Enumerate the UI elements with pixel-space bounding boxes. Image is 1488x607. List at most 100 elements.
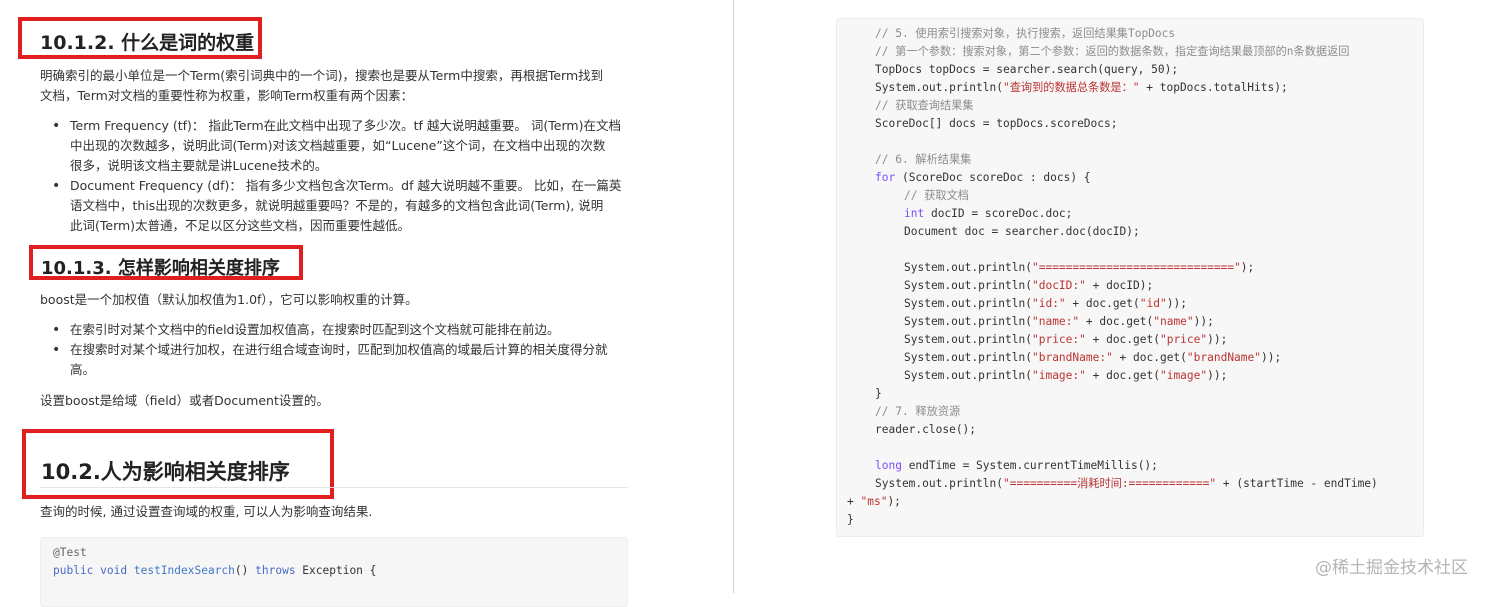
paragraph-boost: boost是一个加权值（默认加权值为1.0f），它可以影响权重的计算。 [40,292,418,307]
code-keyword: public [53,564,94,577]
list-item-search-boost: 在搜索时对某个域进行加权，在进行组合域查询时，匹配到加权值高的域最后计算的相关度… [52,340,608,380]
paragraph-query-weight: 查询的时候, 通过设置查询域的权重, 可以人为影响查询结果. [40,504,373,519]
code-keyword: long [875,459,902,472]
list-item-text: 在搜索时对某个域进行加权，在进行组合域查询时，匹配到加权值高的域最后计算的相关度… [70,342,608,357]
code-text: + [847,495,861,508]
code-line: System.out.println("brandName:" + doc.ge… [904,349,1281,367]
code-line: reader.close(); [875,423,977,436]
code-text: System.out.println( [904,315,1032,328]
code-text: + docID); [1085,279,1154,292]
code-text: )); [1193,315,1214,328]
code-line: TopDocs topDocs = searcher.search(query,… [875,63,1179,76]
code-line: System.out.println("image:" + doc.get("i… [904,367,1227,385]
code-line: } [847,513,854,526]
code-line: long endTime = System.currentTimeMillis(… [875,457,1158,475]
code-text: + (startTime - endTime) [1216,477,1378,490]
code-string: "ms" [860,495,888,508]
code-line: System.out.println("docID:" + docID); [904,277,1153,295]
code-comment: // 获取查询结果集 [875,99,974,112]
right-page: // 5. 使用索引搜索对象，执行搜索，返回结果集TopDocs // 第一个参… [734,0,1488,593]
code-line: ScoreDoc[] docs = topDocs.scoreDocs; [875,117,1118,130]
code-text: + doc.get( [1112,351,1187,364]
code-method-name: testIndexSearch [133,564,235,577]
code-comment: // 第一个参数：搜索对象，第二个参数：返回的数据条数，指定查询结果最顶部的n条… [875,45,1350,58]
list-item-text: 语文档中，this出现的次数更多，就说明越重要吗？不是的，有越多的文档包含此词(… [70,198,604,213]
code-text: )); [1207,333,1228,346]
code-text: + doc.get( [1079,315,1154,328]
code-text: + topDocs.totalHits); [1139,81,1288,94]
code-string: "=============================" [1031,261,1241,274]
code-line: + "ms"); [847,493,901,511]
code-comment: // 6. 解析结果集 [875,153,972,166]
code-string: "brandName" [1186,351,1261,364]
code-string: "==========消耗时间:============" [1002,477,1217,490]
code-text: System.out.println( [904,351,1032,364]
code-keyword: void [100,564,128,577]
list-item-text: 在索引时对某个文档中的field设置加权值高，在搜索时匹配到这个文档就可能排在前… [70,322,560,337]
code-text: System.out.println( [904,369,1032,382]
code-text: System.out.println( [875,477,1003,490]
heading-divider [40,487,628,488]
code-keyword: throws [255,564,296,577]
code-string: "docID:" [1031,279,1086,292]
code-keyword: int [904,207,925,220]
code-annotation: @Test [53,546,87,559]
code-text: Exception { [295,564,377,577]
code-text: System.out.println( [904,279,1032,292]
heading-10-1-3: 10.1.3. 怎样影响相关度排序 [41,258,280,279]
code-string: "name:" [1031,315,1080,328]
code-text: + doc.get( [1085,369,1160,382]
code-method-signature: public void testIndexSearch() throws Exc… [53,562,376,580]
code-line: System.out.println("查询到的数据总条数是：" + topDo… [875,79,1288,97]
code-text: System.out.println( [904,333,1032,346]
code-text: + doc.get( [1065,297,1140,310]
list-item-text: 很多，说明该文档主要就是讲Lucene技术的。 [70,158,328,173]
watermark: @稀土掘金技术社区 [1315,558,1468,578]
code-text: () [234,564,256,577]
paragraph-boost-target: 设置boost是给域（field）或者Document设置的。 [40,393,329,408]
code-line: } [875,387,882,400]
paragraph-intro-line1: 明确索引的最小单位是一个Term(索引词典中的一个词)，搜索也是要从Term中搜… [40,68,604,83]
heading-box-10-2: 10.2.人为影响相关度排序 [22,429,334,499]
code-block-right: // 5. 使用索引搜索对象，执行搜索，返回结果集TopDocs // 第一个参… [836,18,1424,537]
code-string: "price" [1159,333,1208,346]
code-keyword: for [875,171,896,184]
code-line: System.out.println("name:" + doc.get("na… [904,313,1214,331]
code-text: )); [1207,369,1228,382]
code-comment: // 获取文档 [904,189,969,202]
list-item-text: Document Frequency (df)： 指有多少文档包含次Term。d… [70,178,622,193]
code-line: System.out.println("====================… [904,259,1254,277]
boost-list: 在索引时对某个文档中的field设置加权值高，在搜索时匹配到这个文档就可能排在前… [52,320,608,380]
code-text: docID = scoreDoc.doc; [924,207,1073,220]
code-text: ); [1240,261,1255,274]
heading-10-2: 10.2.人为影响相关度排序 [41,460,290,484]
code-string: "id:" [1031,297,1066,310]
code-line: for (ScoreDoc scoreDoc : docs) { [875,169,1091,187]
paragraph-intro-line2: 文档，Term对文档的重要性称为权重，影响Term权重有两个因素： [40,88,414,103]
list-item-text: 中出现的次数越多，说明此词(Term)对该文档越重要，如“Lucene”这个词，… [70,138,606,153]
heading-box-10-1-3: 10.1.3. 怎样影响相关度排序 [29,245,303,280]
code-string: "price:" [1031,333,1086,346]
list-item-text: 此词(Term)太普通，不足以区分这些文档，因而重要性越低。 [70,218,411,233]
list-item-text: Term Frequency (tf)： 指此Term在此文档中出现了多少次。t… [70,118,621,133]
code-text: + doc.get( [1085,333,1160,346]
code-line: int docID = scoreDoc.doc; [904,205,1072,223]
code-comment: // 5. 使用索引搜索对象，执行搜索，返回结果集TopDocs [875,27,1176,40]
code-block-left: @Test public void testIndexSearch() thro… [40,537,628,607]
code-text: System.out.println( [904,261,1032,274]
code-text: System.out.println( [875,81,1003,94]
code-string: "brandName:" [1031,351,1113,364]
heading-10-1-2: 10.1.2. 什么是词的权重 [40,32,255,54]
code-text: System.out.println( [904,297,1032,310]
code-string: "查询到的数据总条数是：" [1002,81,1140,94]
code-line: System.out.println("price:" + doc.get("p… [904,331,1227,349]
code-line: Document doc = searcher.doc(docID); [904,225,1140,238]
factor-list: Term Frequency (tf)： 指此Term在此文档中出现了多少次。t… [52,116,621,236]
code-line: System.out.println("==========消耗时间:=====… [875,475,1378,493]
code-text: (ScoreDoc scoreDoc : docs) { [895,171,1091,184]
code-text: )); [1261,351,1282,364]
list-item-tf: Term Frequency (tf)： 指此Term在此文档中出现了多少次。t… [52,116,621,176]
code-string: "name" [1153,315,1194,328]
code-text: endTime = System.currentTimeMillis(); [901,459,1158,472]
list-item-index-boost: 在索引时对某个文档中的field设置加权值高，在搜索时匹配到这个文档就可能排在前… [52,320,608,340]
